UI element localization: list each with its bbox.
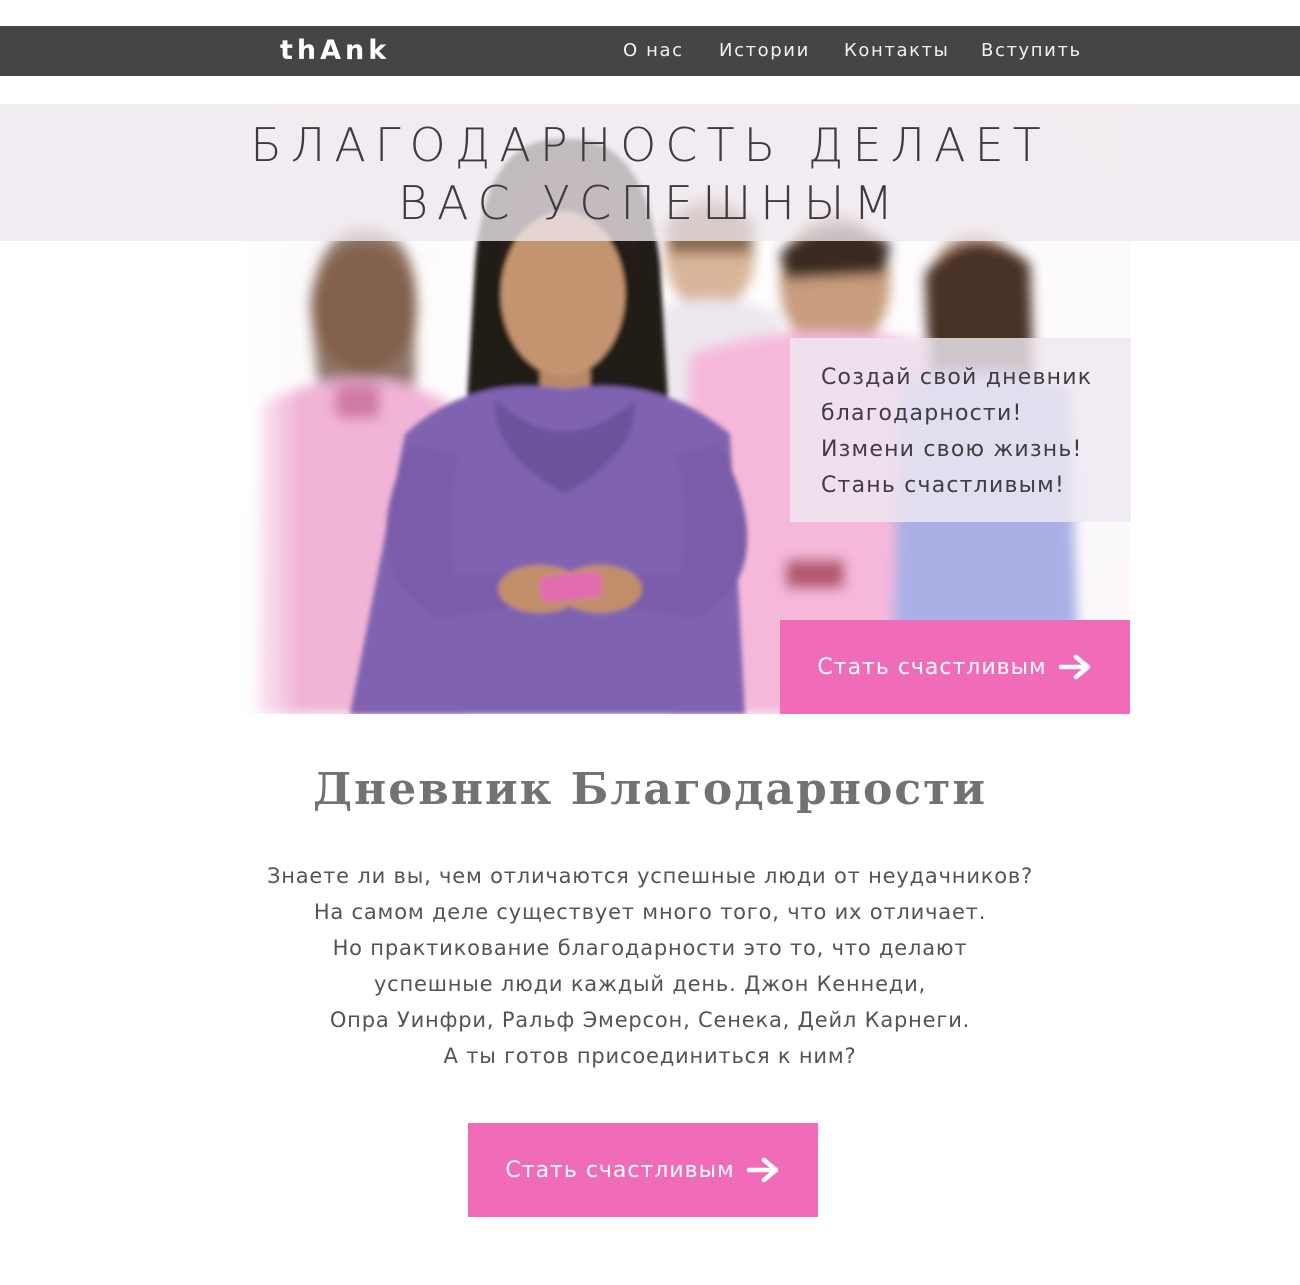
arrow-right-icon	[1058, 654, 1090, 680]
cta-label: Стать счастливым	[817, 654, 1047, 680]
paragraph-line: успешные люди каждый день. Джон Кеннеди,	[373, 972, 927, 996]
arrow-right-icon	[746, 1157, 778, 1183]
main-nav: О нас Истории Контакты Вступить	[0, 26, 1300, 76]
paragraph-line: Но практикование благодарности это то, ч…	[332, 936, 968, 960]
promo-line: Стань счастливым!	[821, 473, 1065, 498]
promo-box: Создай свой дневник благодарности! Измен…	[790, 338, 1131, 522]
bottom-cta-button[interactable]: Стать счастливым	[468, 1123, 818, 1217]
hero-headline: БЛАГОДАРНОСТЬ ДЕЛАЕТ ВАС УСПЕШНЫМ	[0, 116, 1300, 232]
cta-label: Стать счастливым	[505, 1157, 735, 1183]
top-navbar: thAnk О нас Истории Контакты Вступить	[0, 26, 1300, 76]
paragraph-line: На самом деле существует много того, что…	[313, 900, 987, 924]
nav-link-join[interactable]: Вступить	[981, 40, 1082, 61]
nav-link-about[interactable]: О нас	[623, 40, 684, 61]
paragraph-line: Опра Уинфри, Ральф Эмерсон, Сенека, Дейл…	[329, 1008, 971, 1032]
nav-link-contacts[interactable]: Контакты	[844, 40, 949, 61]
nav-link-stories[interactable]: Истории	[719, 40, 810, 61]
paragraph-line: Знаете ли вы, чем отличаются успешные лю…	[266, 864, 1034, 888]
hero-cta-button[interactable]: Стать счастливым	[780, 620, 1130, 714]
promo-line: благодарности!	[821, 401, 1023, 426]
hero-title-band: БЛАГОДАРНОСТЬ ДЕЛАЕТ ВАС УСПЕШНЫМ	[0, 104, 1300, 241]
section-title: Дневник Благодарности	[312, 764, 988, 815]
paragraph-line: А ты готов присоединиться к ним?	[443, 1044, 857, 1068]
hero-headline-line-2: ВАС УСПЕШНЫМ	[397, 176, 903, 230]
intro-paragraph: Знаете ли вы, чем отличаются успешные лю…	[0, 858, 1300, 1074]
hero-section: БЛАГОДАРНОСТЬ ДЕЛАЕТ ВАС УСПЕШНЫМ Создай…	[0, 104, 1300, 714]
promo-line: Измени свою жизнь!	[821, 437, 1083, 462]
promo-line: Создай свой дневник	[821, 365, 1093, 390]
hero-headline-line-1: БЛАГОДАРНОСТЬ ДЕЛАЕТ	[250, 118, 1050, 172]
